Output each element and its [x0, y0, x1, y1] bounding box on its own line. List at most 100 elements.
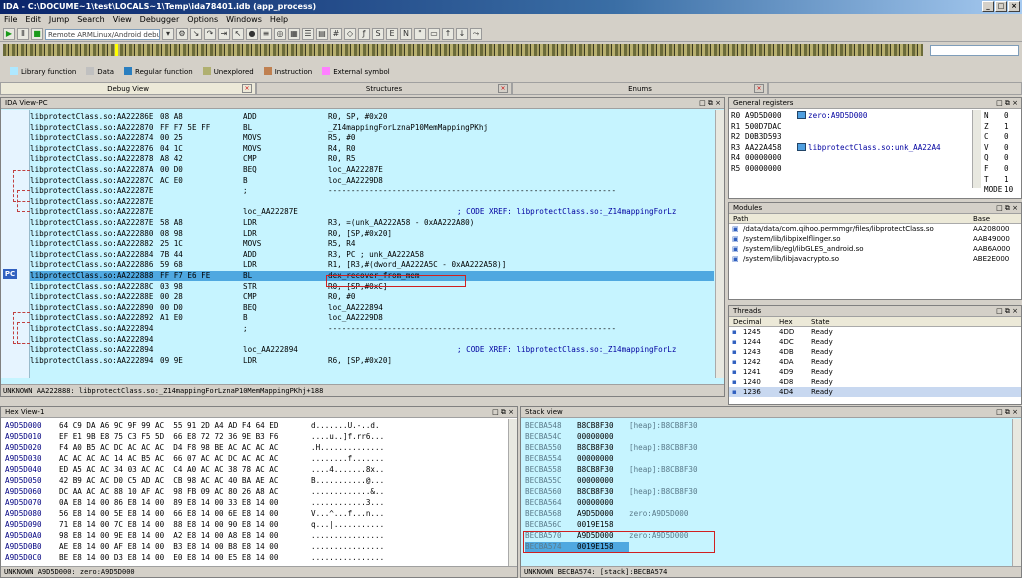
disasm-line[interactable]: libprotectClass.so:AA22287E	[30, 197, 714, 207]
disasm-line[interactable]: libprotectClass.so:AA222886 59 68 LDR R1, […	[30, 260, 714, 270]
attach-icon[interactable]: ⚙	[176, 28, 188, 40]
function-icon[interactable]: ƒ	[358, 28, 370, 40]
disasm-line[interactable]: libprotectClass.so:AA222894	[30, 335, 714, 345]
hex-row[interactable]: A9D5D020 F4 A0 B5 AC DC AC AC AC D4 F8 98…	[5, 443, 384, 454]
stack-row[interactable]: BECBA558 B8CB8F30 [heap]:B8CB8F30	[525, 465, 698, 476]
hex-row[interactable]: A9D5D010 EF E1 9B E8 75 C3 F5 5D 66 E8 72…	[5, 432, 384, 443]
module-row[interactable]: ▣ /data/data/com.qihoo.permmgr/files/libp…	[729, 224, 1021, 234]
flag-row[interactable]: N0	[984, 111, 1009, 122]
disasm-line[interactable]: libprotectClass.so:AA22287E 58 A8 LDR R3, =…	[30, 218, 714, 228]
vertical-scrollbar[interactable]	[715, 110, 724, 378]
thread-row[interactable]: ▪ 1242 4DA Ready	[729, 357, 1021, 367]
navigation-cursor[interactable]	[115, 44, 118, 56]
menu-debugger[interactable]: Debugger	[140, 15, 180, 25]
flag-row[interactable]: V0	[984, 143, 1009, 154]
pause-process-icon[interactable]: Ⅱ	[17, 28, 29, 40]
thread-row[interactable]: ▪ 1236 4D4 Ready	[729, 387, 1021, 397]
run-to-cursor-icon[interactable]: ⇥	[218, 28, 230, 40]
hex-row[interactable]: A9D5D000 64 C9 DA A6 9C 9F 99 AC 55 91 2D…	[5, 421, 380, 432]
disasm-line[interactable]: libprotectClass.so:AA222894; ------------…	[30, 324, 714, 334]
graph-icon[interactable]: ◇	[344, 28, 356, 40]
pane-controls[interactable]: □ ⧉ ×	[996, 407, 1018, 418]
stack-row[interactable]: BECBA560 B8CB8F30 [heap]:B8CB8F30	[525, 487, 698, 498]
flag-value[interactable]: 10	[1004, 185, 1013, 194]
flag-row[interactable]: MODE 10	[984, 185, 1013, 196]
threads-icon[interactable]: ☰	[302, 28, 314, 40]
stack-row[interactable]: BECBA55C 00000000	[525, 476, 629, 487]
hex-bytes[interactable]: ED A5 AC AC 34 03 AC AC C4 A0 AC AC 38 7…	[51, 465, 311, 476]
stack-row[interactable]: BECBA56C 0019E158	[525, 520, 629, 531]
navigation-band[interactable]	[3, 44, 923, 56]
disasm-line[interactable]: libprotectClass.so:AA222878 A8 42 CMP R0, R…	[30, 154, 714, 164]
menu-view[interactable]: View	[113, 15, 132, 25]
hex-row[interactable]: A9D5D040 ED A5 AC AC 34 03 AC AC C4 A0 AC…	[5, 465, 384, 476]
column-base[interactable]: Base	[973, 214, 990, 224]
pane-controls[interactable]: □ ⧉ ×	[492, 407, 514, 418]
disasm-line[interactable]: libprotectClass.so:AA222876 04 1C MOVS R4, …	[30, 144, 714, 154]
module-row[interactable]: ▣ /system/lib/libjavacrypto.so ABE2E000	[729, 254, 1021, 264]
hex-bytes[interactable]: 64 C9 DA A6 9C 9F 99 AC 55 91 2D A4 AD F…	[51, 421, 311, 432]
step-out-icon[interactable]: ↖	[232, 28, 244, 40]
step-over-icon[interactable]: ↷	[204, 28, 216, 40]
strings-icon[interactable]: "	[414, 28, 426, 40]
navigation-address-input[interactable]	[930, 45, 1019, 56]
segments-icon[interactable]: ▭	[428, 28, 440, 40]
hex-row[interactable]: A9D5D090 71 E8 14 00 7C E8 14 00 88 E8 14…	[5, 520, 384, 531]
start-process-icon[interactable]: ▶	[3, 28, 15, 40]
modules-icon[interactable]: ▦	[288, 28, 300, 40]
stack-value[interactable]: 0019E158	[577, 520, 629, 531]
vertical-scrollbar[interactable]	[972, 110, 981, 188]
menu-search[interactable]: Search	[77, 15, 104, 25]
stack-value[interactable]: 00000000	[577, 454, 629, 465]
disasm-line[interactable]: libprotectClass.so:AA222880 08 98 LDR R0, […	[30, 229, 714, 239]
column-path[interactable]: Path	[733, 214, 748, 224]
register-row[interactable]: R4 00000000	[731, 153, 797, 164]
hex-row[interactable]: A9D5D0B0 AE E8 14 00 AF E8 14 00 B3 E8 14…	[5, 542, 384, 553]
register-value[interactable]: D0B3D593	[745, 132, 797, 143]
pane-controls[interactable]: □ ⧉ ×	[996, 98, 1018, 109]
flag-row[interactable]: F0	[984, 164, 1009, 175]
minimize-icon[interactable]: _	[982, 1, 994, 12]
disasm-line[interactable]: libprotectClass.so:AA22286E 08 A8 ADD R0, S…	[30, 112, 714, 122]
close-icon[interactable]: ×	[242, 84, 252, 93]
disasm-line[interactable]: libprotectClass.so:AA222894 09 9E LDR R6, […	[30, 356, 714, 366]
hex-bytes[interactable]: DC AA AC AC 88 10 AF AC 98 FB 09 AC 80 2…	[51, 487, 311, 498]
vertical-scrollbar[interactable]	[1012, 419, 1021, 567]
thread-row[interactable]: ▪ 1241 4D9 Ready	[729, 367, 1021, 377]
stack-value[interactable]: B8CB8F30	[577, 443, 629, 454]
structure-icon[interactable]: S	[372, 28, 384, 40]
stack-value[interactable]: B8CB8F30	[577, 421, 629, 432]
trace-icon[interactable]: ≡	[260, 28, 272, 40]
column-hex[interactable]: Hex	[779, 317, 793, 327]
flag-value[interactable]: 0	[1004, 143, 1009, 152]
disasm-line[interactable]: libprotectClass.so:AA222882 25 1C MOVS R5, …	[30, 239, 714, 249]
hex-row[interactable]: A9D5D080 56 E8 14 00 5E E8 14 00 66 E8 14…	[5, 509, 384, 520]
flag-value[interactable]: 0	[1004, 111, 1009, 120]
register-value[interactable]: 500D7DAC	[745, 122, 797, 133]
stack-value[interactable]: 00000000	[577, 476, 629, 487]
watch-icon[interactable]: ◎	[274, 28, 286, 40]
flag-value[interactable]: 0	[1004, 132, 1009, 141]
stack-value[interactable]: 00000000	[577, 498, 629, 509]
disasm-line[interactable]: libprotectClass.so:AA22287E; ------------…	[30, 186, 714, 196]
threads-list[interactable]: ▪ 1245 4DD Ready ▪ 1244 4DC Ready ▪ 1243 4DB Ready ▪…	[729, 327, 1021, 397]
stack-row[interactable]: BECBA554 00000000	[525, 454, 629, 465]
hex-row[interactable]: A9D5D0A0 98 E8 14 00 9E E8 14 00 A2 E8 14…	[5, 531, 384, 542]
register-value[interactable]: A9D5D000	[745, 111, 797, 122]
jump-to-address-icon[interactable]	[797, 111, 806, 119]
disasm-line[interactable]: libprotectClass.so:AA222884 7B 44 ADD R3, P…	[30, 250, 714, 260]
hex-icon[interactable]: #	[330, 28, 342, 40]
menu-help[interactable]: Help	[270, 15, 288, 25]
register-row[interactable]: R2 D0B3D593	[731, 132, 797, 143]
pane-controls[interactable]: □ ⧉ ×	[996, 203, 1018, 214]
stack-row[interactable]: BECBA54C 00000000	[525, 432, 629, 443]
disasm-line[interactable]: libprotectClass.so:AA22287A 00 D0 BEQ loc_A…	[30, 165, 714, 175]
hex-bytes[interactable]: BE E8 14 00 D3 E8 14 00 E0 E8 14 00 E5 E…	[51, 553, 311, 564]
flag-value[interactable]: 1	[1004, 175, 1009, 184]
flag-row[interactable]: C0	[984, 132, 1009, 143]
imports-icon[interactable]: ↓	[456, 28, 468, 40]
maximize-icon[interactable]: □	[995, 1, 1007, 12]
register-row[interactable]: R1 500D7DAC	[731, 122, 797, 133]
module-row[interactable]: ▣ /system/lib/egl/libGLES_android.so AAB6A…	[729, 244, 1021, 254]
hex-bytes[interactable]: 98 E8 14 00 9E E8 14 00 A2 E8 14 00 A8 E…	[51, 531, 311, 542]
